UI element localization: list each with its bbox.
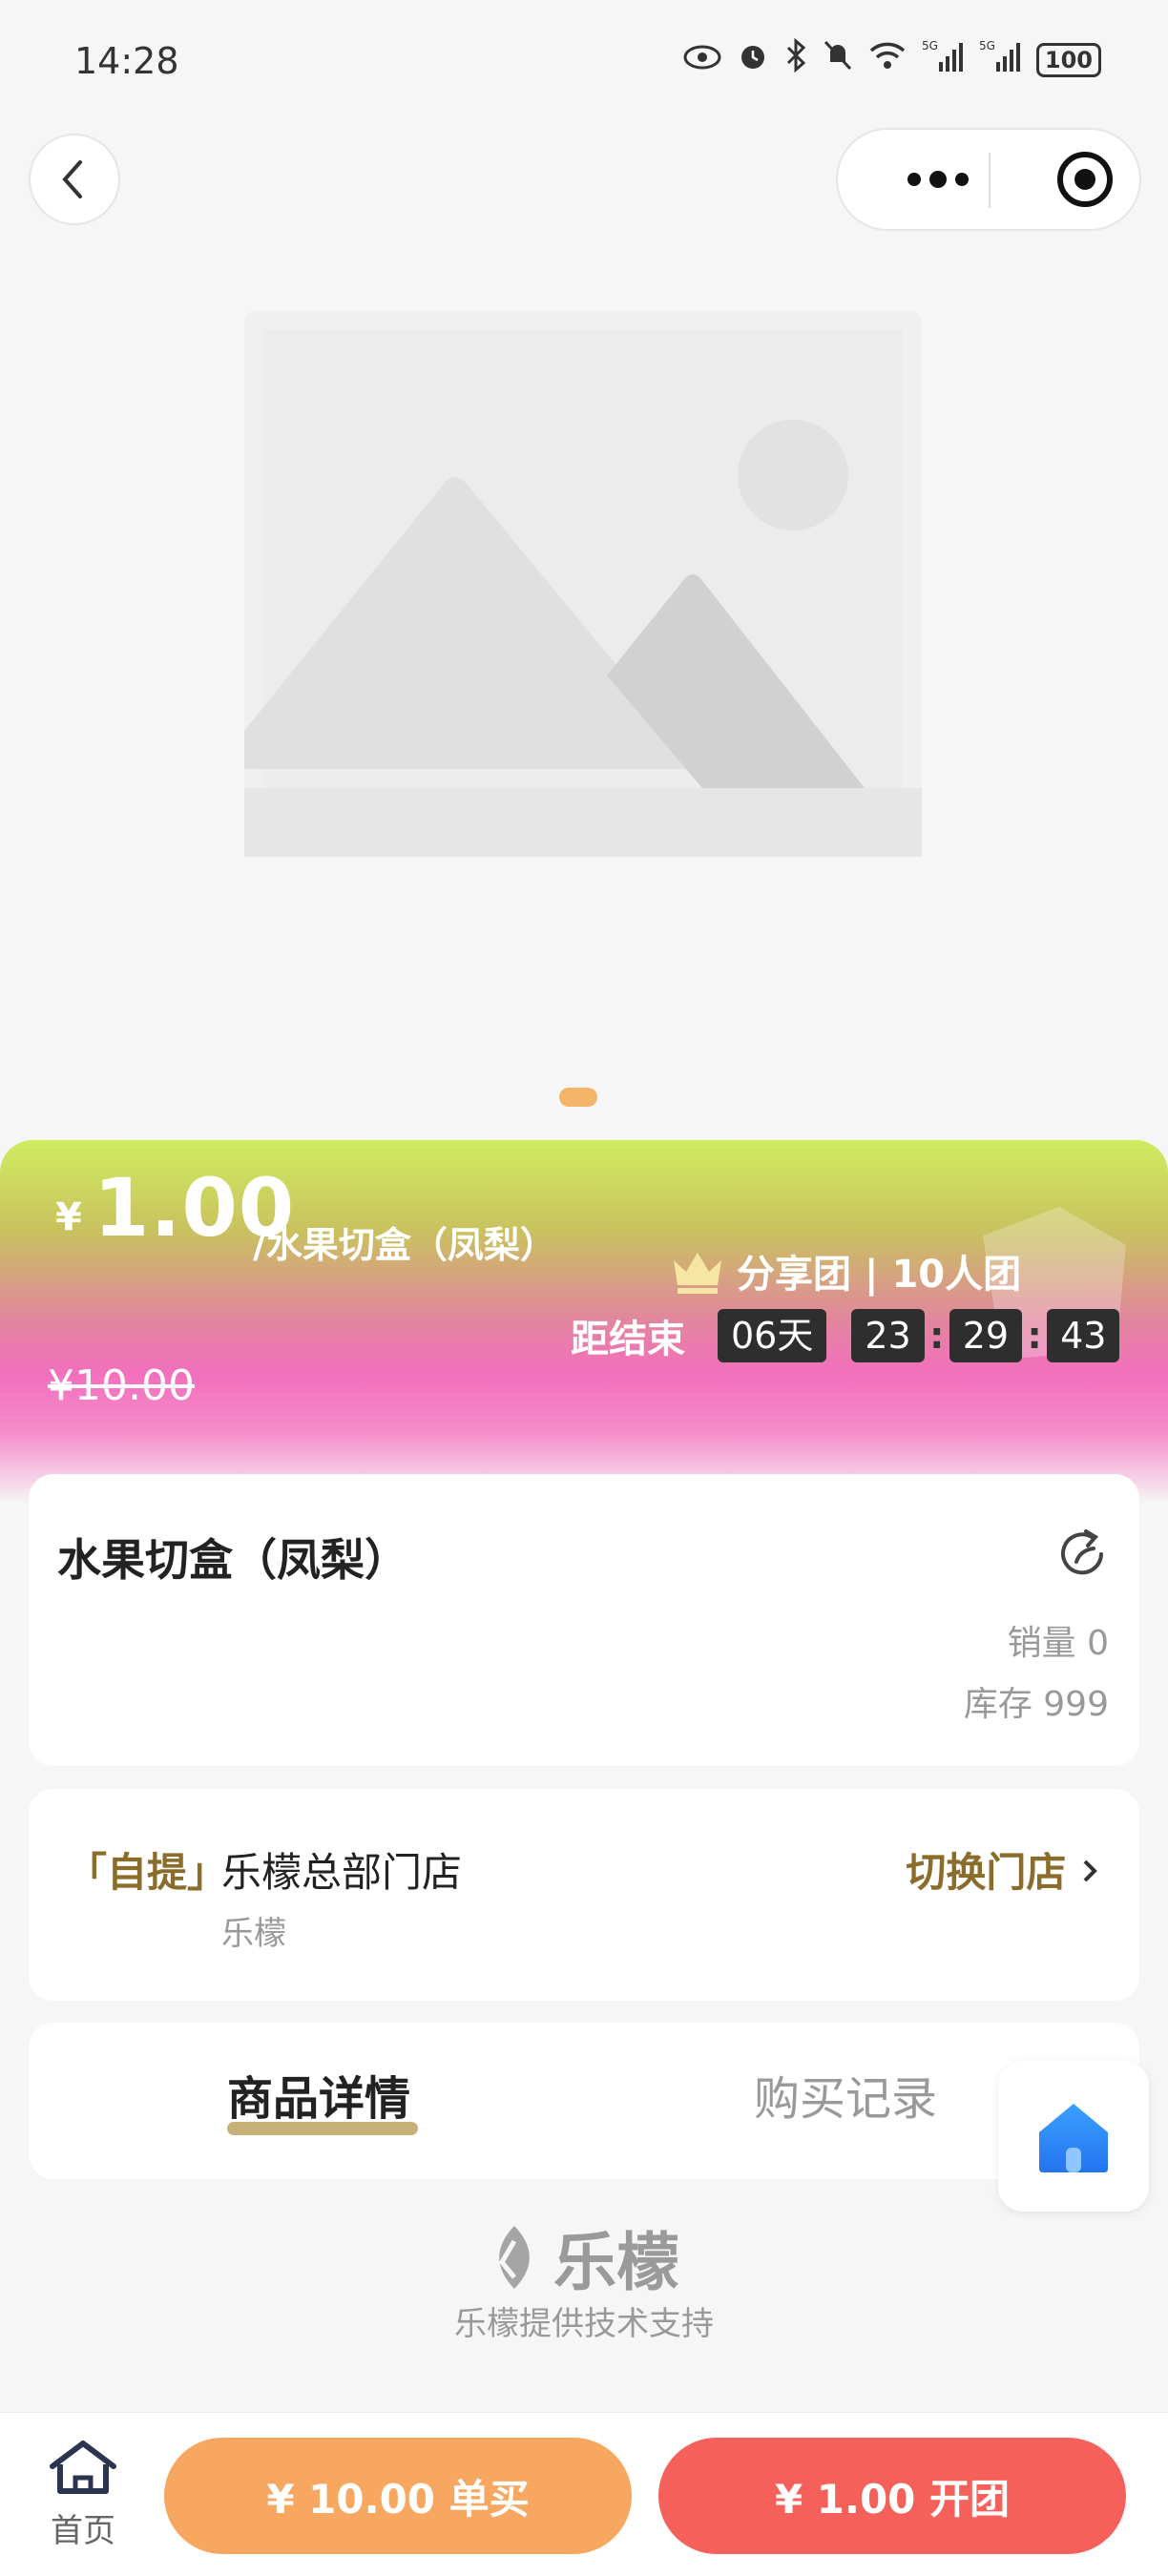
chevron-left-icon xyxy=(62,160,82,198)
target-icon xyxy=(1057,152,1113,207)
home-tab-label: 首页 xyxy=(51,2512,115,2550)
eye-icon xyxy=(683,41,721,79)
price-unit: /水果切盒（凤梨） xyxy=(253,1224,556,1266)
bluetooth-icon xyxy=(784,37,807,81)
mini-program-capsule xyxy=(836,128,1141,231)
pickup-store-card: 「自提」 乐檬总部门店 乐檬 切换门店 xyxy=(29,1789,1139,2001)
countdown-label: 距结束 xyxy=(571,1318,685,1361)
store-name: 乐檬总部门店 xyxy=(221,1849,463,1896)
product-image[interactable] xyxy=(244,311,922,857)
group-info: 分享团 | 10人团 xyxy=(670,1243,1021,1298)
floating-home-button[interactable] xyxy=(998,2061,1149,2212)
share-icon[interactable] xyxy=(1055,1526,1113,1583)
tab-purchase-records[interactable]: 购买记录 xyxy=(754,2061,937,2128)
open-group-button[interactable]: ¥ 1.00 开团 xyxy=(658,2438,1126,2554)
capsule-divider xyxy=(989,153,991,208)
countdown-colon: : xyxy=(929,1315,945,1357)
more-dots-icon xyxy=(907,171,969,188)
svg-text:5G: 5G xyxy=(979,39,995,52)
status-time: 14:28 xyxy=(74,40,179,82)
switch-store-button[interactable]: 切换门店 xyxy=(906,1840,1101,1899)
brand-logo: 乐檬 xyxy=(0,2212,1168,2303)
countdown-colon: : xyxy=(1027,1315,1042,1357)
countdown-hours: 23 xyxy=(851,1309,925,1362)
countdown: 距结束 06天 23 : 29 : 43 xyxy=(571,1308,1120,1363)
gallery-indicator xyxy=(559,1088,597,1107)
product-title: 水果切盒（凤梨） xyxy=(57,1534,408,1586)
buy-single-button[interactable]: ¥ 10.00 单买 xyxy=(164,2438,632,2554)
product-info-card: 水果切盒（凤梨） 销量 0 库存 999 xyxy=(29,1474,1139,1766)
wifi-icon xyxy=(868,40,907,79)
sales-count: 销量 0 xyxy=(1007,1624,1109,1663)
crown-icon xyxy=(674,1253,721,1294)
original-price: ¥10.00 xyxy=(48,1361,195,1410)
pickup-tag: 「自提」 xyxy=(67,1849,228,1896)
stock-count: 库存 999 xyxy=(963,1685,1109,1724)
tech-support-text: 乐檬提供技术支持 xyxy=(454,2305,714,2343)
countdown-minutes: 29 xyxy=(949,1309,1023,1362)
chevron-right-icon xyxy=(1083,1859,1097,1882)
store-brand: 乐檬 xyxy=(221,1915,286,1953)
mute-icon xyxy=(823,39,853,80)
image-placeholder-icon xyxy=(244,311,922,857)
battery-icon: 100 xyxy=(1035,42,1101,77)
detail-tabs: 商品详情 购买记录 xyxy=(29,2023,1139,2179)
alarm-icon xyxy=(737,39,769,80)
back-button[interactable] xyxy=(29,134,120,225)
signal-5g-icon: 5G xyxy=(922,39,964,80)
bottom-home-tab[interactable]: 首页 xyxy=(40,2438,126,2551)
close-mini-program-button[interactable] xyxy=(1032,130,1137,229)
home-icon xyxy=(1039,2104,1108,2172)
brand-logo-text: 乐檬 xyxy=(553,2226,679,2299)
svg-text:5G: 5G xyxy=(922,39,938,52)
signal-5g-icon: 5G xyxy=(979,39,1021,80)
status-bar: 14:28 5G 5G 100 xyxy=(0,0,1168,124)
countdown-seconds: 43 xyxy=(1047,1309,1120,1362)
countdown-days: 06天 xyxy=(718,1309,827,1362)
more-button[interactable] xyxy=(886,130,991,229)
switch-store-label: 切换门店 xyxy=(906,1849,1067,1896)
price-currency: ¥ xyxy=(55,1195,82,1239)
status-icons: 5G 5G 100 xyxy=(683,37,1101,81)
group-type: 分享团 | 10人团 xyxy=(737,1253,1022,1297)
tab-product-detail[interactable]: 商品详情 xyxy=(227,2061,410,2128)
bottom-action-bar: 首页 ¥ 10.00 单买 ¥ 1.00 开团 xyxy=(0,2412,1168,2576)
home-outline-icon xyxy=(50,2441,116,2494)
brand-leaf-icon xyxy=(498,2226,530,2289)
